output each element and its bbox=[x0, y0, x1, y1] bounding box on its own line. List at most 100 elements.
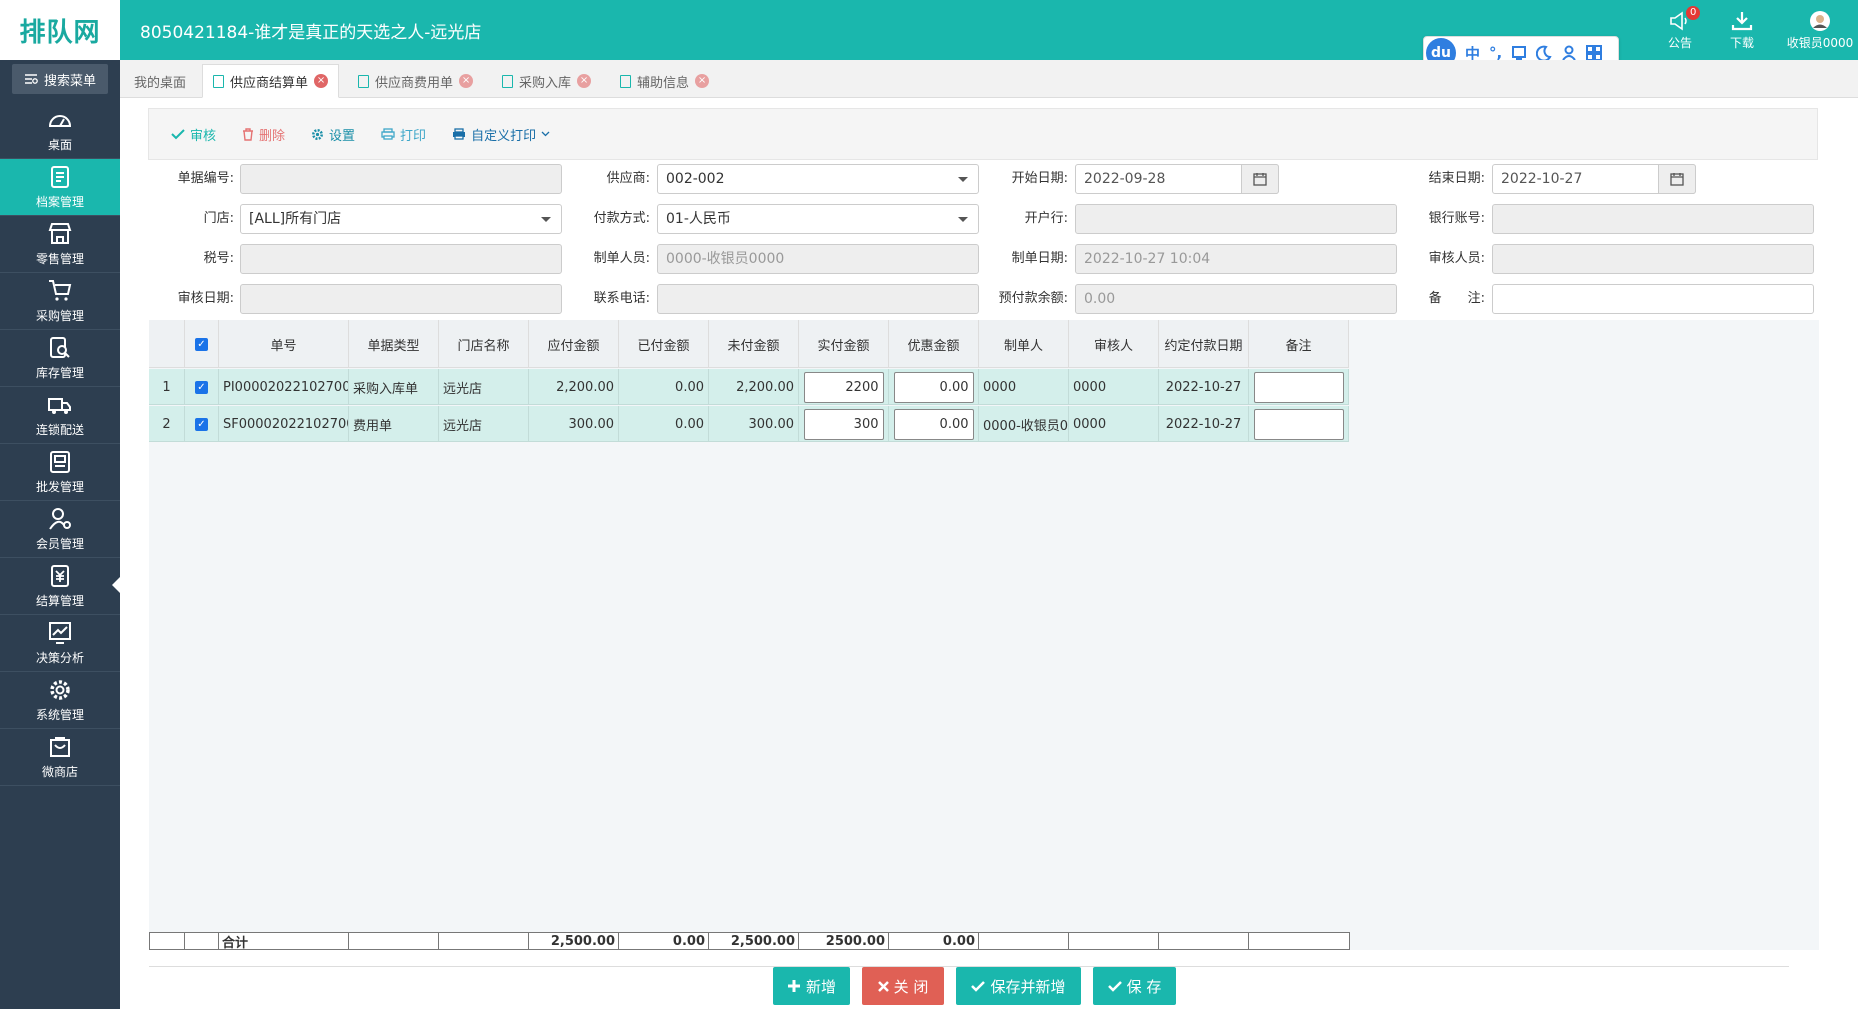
close-button[interactable]: 关 闭 bbox=[862, 967, 944, 1005]
account-field[interactable] bbox=[1492, 204, 1814, 234]
sidebar-item-dashboard[interactable]: 桌面 bbox=[0, 102, 120, 159]
bank-field[interactable] bbox=[1075, 204, 1397, 234]
action-toolbar: 审核 删除 设置 打印 自定义打印 bbox=[148, 108, 1818, 160]
grid-header-cell[interactable]: 已付金额 bbox=[619, 320, 709, 368]
start-date-field[interactable]: 2022-09-28 bbox=[1075, 164, 1279, 194]
user-menu[interactable]: 收银员0000 bbox=[1782, 10, 1858, 51]
ime-moon-icon[interactable] bbox=[1536, 45, 1552, 61]
cell-maker: 0000 bbox=[979, 369, 1069, 405]
grid-header-cell[interactable]: 实付金额 bbox=[799, 320, 889, 368]
sidebar-item-wholesale[interactable]: 批发管理 bbox=[0, 444, 120, 501]
grid-header-cell[interactable]: 单号 bbox=[219, 320, 349, 368]
sidebar-item-inventory[interactable]: 库存管理 bbox=[0, 330, 120, 387]
close-tab-icon[interactable]: × bbox=[314, 74, 329, 88]
grid-header-cell[interactable]: 审核人 bbox=[1069, 320, 1159, 368]
grid-header-cell[interactable]: 单据类型 bbox=[349, 320, 439, 368]
cell-doc-type: 采购入库单 bbox=[349, 369, 439, 405]
plus-icon bbox=[787, 980, 800, 992]
tab-desktop[interactable]: 我的桌面 bbox=[124, 64, 196, 98]
cell-due-date: 2022-10-27 bbox=[1159, 369, 1249, 405]
cell-maker: 0000-收银员0000 bbox=[979, 406, 1069, 442]
cell-paid: 0.00 bbox=[619, 369, 709, 405]
footer-blank bbox=[150, 933, 185, 949]
grid-header-cell[interactable]: 未付金额 bbox=[709, 320, 799, 368]
chevron-down-icon bbox=[541, 131, 550, 137]
discount-amount-input[interactable]: 0.00 bbox=[893, 408, 974, 440]
sidebar-item-archive[interactable]: 档案管理 bbox=[0, 159, 120, 216]
sidebar-item-store[interactable]: 零售管理 bbox=[0, 216, 120, 273]
grid-header-cell[interactable]: 门店名称 bbox=[439, 320, 529, 368]
remark-input[interactable] bbox=[1253, 371, 1344, 403]
settings-button[interactable]: 设置 bbox=[311, 125, 355, 144]
sidebar-item-member[interactable]: 会员管理 bbox=[0, 501, 120, 558]
end-date-field[interactable]: 2022-10-27 bbox=[1492, 164, 1696, 194]
download-button[interactable]: 下载 bbox=[1730, 10, 1754, 51]
tab-label: 供应商费用单 bbox=[375, 75, 454, 91]
grid-header: ✓ 单号 单据类型 门店名称 应付金额 已付金额 未付金额 实付金额 优惠金额 … bbox=[149, 320, 1349, 368]
sidebar-item-cart[interactable]: 采购管理 bbox=[0, 273, 120, 330]
actual-amount-input[interactable]: 300 bbox=[803, 408, 884, 440]
cell-remark bbox=[1249, 369, 1349, 405]
footer-total-label: 合计 bbox=[219, 933, 349, 951]
sidebar-item-chart[interactable]: 决策分析 bbox=[0, 615, 120, 672]
tab-aux-info[interactable]: 辅助信息 × bbox=[610, 64, 719, 98]
search-menu-button[interactable]: 搜索菜单 bbox=[12, 64, 108, 94]
row-checkbox[interactable]: ✓ bbox=[185, 406, 219, 442]
tab-supplier-settlement[interactable]: 供应商结算单 × bbox=[202, 64, 340, 98]
settlement-icon bbox=[51, 565, 69, 587]
remark-input[interactable] bbox=[1253, 408, 1344, 440]
notice-button[interactable]: 0 公告 bbox=[1668, 6, 1701, 51]
archive-icon bbox=[51, 166, 69, 188]
calendar-icon[interactable] bbox=[1241, 164, 1279, 194]
sidebar-item-label: 采购管理 bbox=[35, 309, 84, 323]
delete-button[interactable]: 删除 bbox=[242, 125, 285, 144]
save-button[interactable]: 保 存 bbox=[1093, 967, 1176, 1005]
row-checkbox[interactable]: ✓ bbox=[185, 369, 219, 405]
row-index: 1 bbox=[149, 369, 185, 405]
sidebar-item-shop-bag[interactable]: 微商店 bbox=[0, 729, 120, 786]
sidebar-item-settlement[interactable]: 结算管理 bbox=[0, 558, 120, 615]
ime-user-icon[interactable] bbox=[1561, 45, 1577, 61]
sidebar: 搜索菜单 桌面 档案管理 零售管理采购管理库存管理 连锁配送 批发管理 会员管理 结算管理决… bbox=[0, 60, 120, 1009]
grid-header-cell[interactable]: 应付金额 bbox=[529, 320, 619, 368]
grid-header-cell[interactable]: 优惠金额 bbox=[889, 320, 979, 368]
store-label: 门店: bbox=[203, 211, 234, 226]
document-icon bbox=[213, 74, 224, 88]
calendar-icon[interactable] bbox=[1658, 164, 1696, 194]
discount-amount-input[interactable]: 0.00 bbox=[893, 371, 974, 403]
doc-no-field[interactable] bbox=[240, 164, 562, 194]
store-select[interactable]: [ALL]所有门店 bbox=[240, 204, 562, 234]
remark-field[interactable] bbox=[1492, 284, 1814, 314]
grid-header-cell[interactable]: 约定付款日期 bbox=[1159, 320, 1249, 368]
audit-date-field bbox=[240, 284, 562, 314]
add-button[interactable]: 新增 bbox=[773, 967, 850, 1005]
custom-print-button[interactable]: 自定义打印 bbox=[452, 125, 550, 144]
gear-icon bbox=[50, 680, 70, 700]
table-row[interactable]: 2 ✓ SF0000202210270001 费用单 远光店 300.00 0.… bbox=[149, 406, 1349, 442]
ime-grid-icon[interactable] bbox=[1586, 45, 1603, 61]
save-and-new-button[interactable]: 保存并新增 bbox=[956, 967, 1081, 1005]
select-all-checkbox[interactable]: ✓ bbox=[185, 320, 219, 368]
table-row[interactable]: 1 ✓ PI0000202210270001 采购入库单 远光店 2,200.0… bbox=[149, 369, 1349, 405]
tab-purchase-in[interactable]: 采购入库 × bbox=[492, 64, 601, 98]
phone-field[interactable] bbox=[657, 284, 979, 314]
tab-label: 采购入库 bbox=[519, 75, 572, 91]
tab-supplier-fee[interactable]: 供应商费用单 × bbox=[348, 64, 483, 98]
close-tab-icon[interactable]: × bbox=[577, 74, 592, 88]
approve-button[interactable]: 审核 bbox=[171, 125, 216, 144]
sidebar-item-gear[interactable]: 系统管理 bbox=[0, 672, 120, 729]
close-tab-icon[interactable]: × bbox=[695, 74, 710, 88]
close-tab-icon[interactable]: × bbox=[459, 74, 474, 88]
tax-label: 税号: bbox=[203, 251, 234, 266]
ime-skin-icon[interactable] bbox=[1511, 45, 1527, 61]
grid-header-cell[interactable]: 备注 bbox=[1249, 320, 1349, 368]
settings-label: 设置 bbox=[329, 128, 356, 144]
actual-amount-input[interactable]: 2200 bbox=[803, 371, 884, 403]
tax-field[interactable] bbox=[240, 244, 562, 274]
grid-header-cell[interactable]: 制单人 bbox=[979, 320, 1069, 368]
payment-select[interactable]: 01-人民币 bbox=[657, 204, 979, 234]
add-label: 新增 bbox=[805, 977, 836, 996]
print-button[interactable]: 打印 bbox=[381, 125, 426, 144]
supplier-select[interactable]: 002-002 bbox=[657, 164, 979, 194]
sidebar-item-truck[interactable]: 连锁配送 bbox=[0, 387, 120, 444]
